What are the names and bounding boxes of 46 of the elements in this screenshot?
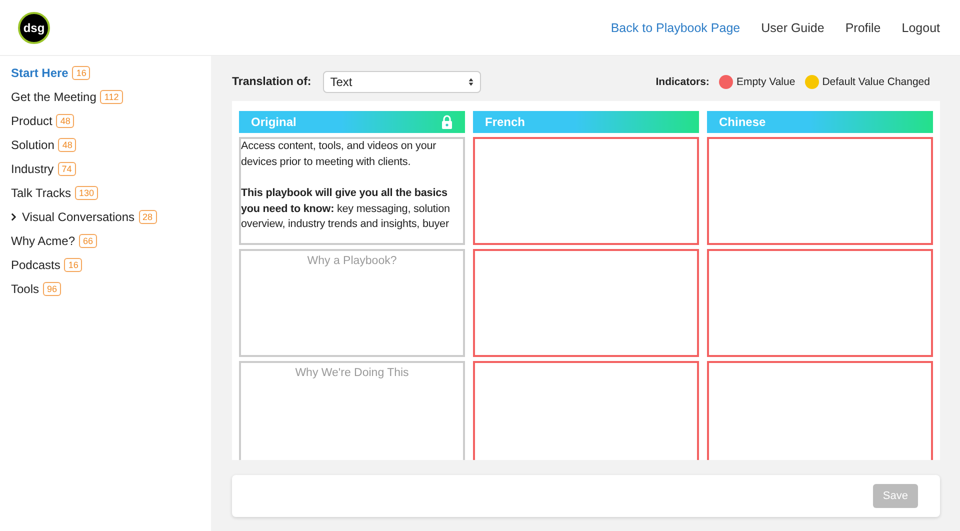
count-badge: 28	[138, 210, 157, 224]
column-title: Chinese	[719, 115, 766, 129]
sidebar-item[interactable]: Get the Meeting	[11, 90, 96, 104]
count-badge: 48	[56, 114, 74, 128]
nav-link[interactable]: User Guide	[761, 20, 824, 34]
nav-link[interactable]: Profile	[845, 20, 881, 34]
paragraph: This playbook will give you all the basics you need to know: key messaging, solution overview, industry trends and insights, buyer	[241, 186, 451, 232]
translation-field[interactable]	[707, 137, 933, 245]
count-badge: 130	[75, 186, 98, 200]
translation-field[interactable]	[473, 361, 699, 460]
nav-link[interactable]: Logout	[902, 20, 940, 34]
placeholder-text: Why a Playbook?	[307, 255, 397, 267]
column-title: Original	[251, 115, 296, 129]
sidebar-item[interactable]: Start Here	[11, 66, 68, 80]
chevron-icon[interactable]	[11, 213, 16, 221]
original-text-cell[interactable]	[239, 137, 465, 245]
indicator-label: Default Value Changed	[822, 76, 930, 88]
translation-field[interactable]	[707, 249, 933, 357]
sidebar-item[interactable]: Solution	[11, 138, 54, 152]
translation-select[interactable]: Text	[323, 71, 482, 93]
paragraph: Access content, tools, and videos on your devices prior to meeting with clients.	[241, 139, 438, 170]
sidebar-item[interactable]: Industry	[11, 162, 54, 176]
count-badge: 66	[79, 234, 98, 248]
logo[interactable]: dsg	[18, 12, 50, 44]
translation-label: Translation of:	[232, 76, 312, 88]
count-badge: 112	[100, 90, 123, 104]
sidebar-item[interactable]: Visual Conversations	[22, 210, 135, 224]
sidebar-item[interactable]: Podcasts	[11, 258, 60, 272]
sidebar-item[interactable]: Tools	[11, 282, 40, 296]
count-badge: 16	[64, 258, 82, 272]
sidebar-item[interactable]: Why Acme?	[11, 234, 76, 248]
count-badge: 96	[43, 282, 62, 296]
count-badge: 74	[58, 162, 76, 176]
translation-field[interactable]	[473, 249, 699, 357]
nav-link[interactable]: Back to Playbook Page	[610, 20, 740, 34]
sidebar-item[interactable]: Talk Tracks	[11, 186, 72, 200]
translation-field[interactable]	[473, 137, 699, 245]
count-badge: 48	[58, 138, 76, 152]
translation-field[interactable]	[707, 361, 933, 460]
indicators-label: Indicators:	[656, 76, 710, 88]
indicator-label: Empty Value	[736, 76, 796, 88]
count-badge: 16	[72, 66, 90, 80]
column-title: French	[485, 115, 526, 129]
updown-icon	[468, 77, 474, 87]
sidebar-item[interactable]: Product	[11, 114, 52, 128]
placeholder-text: Why We're Doing This	[295, 367, 409, 379]
